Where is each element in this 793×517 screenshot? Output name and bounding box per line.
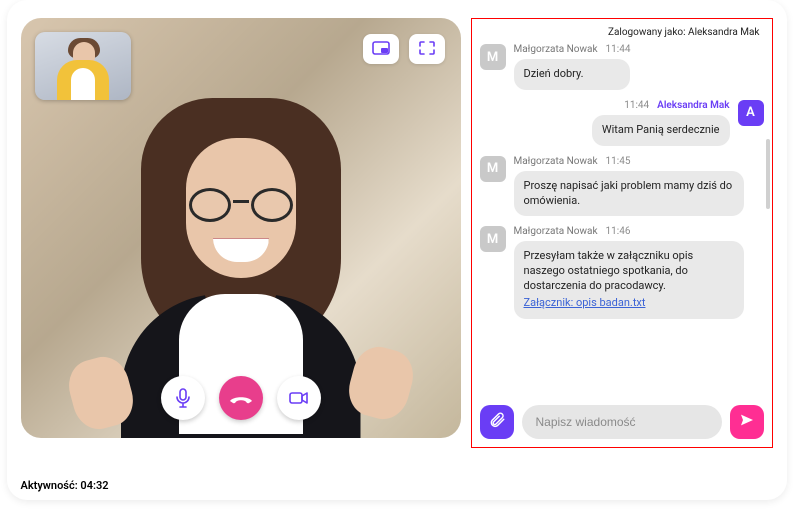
message-input[interactable] <box>522 405 722 439</box>
camera-button[interactable] <box>277 376 321 420</box>
message-row: M Małgorzata Nowak 11:45 Proszę napisać … <box>480 156 764 217</box>
message-meta: Małgorzata Nowak 11:45 <box>514 156 744 167</box>
message-row: M Małgorzata Nowak 11:44 Dzień dobry. <box>480 44 764 90</box>
message-bubble: Proszę napisać jaki problem mamy dziś do… <box>514 171 744 217</box>
fullscreen-button[interactable] <box>409 34 445 64</box>
message-bubble: Witam Panią serdecznie <box>592 115 730 146</box>
send-icon <box>739 412 755 432</box>
video-panel <box>21 18 461 438</box>
message-column: Małgorzata Nowak 11:44 Dzień dobry. <box>514 44 631 90</box>
message-text: Proszę napisać jaki problem mamy dziś do… <box>524 179 733 207</box>
message-row: A 11:44 Aleksandra Mak Witam Panią serde… <box>480 100 764 146</box>
message-column: Małgorzata Nowak 11:46 Przesyłam także w… <box>514 226 744 318</box>
sender-name: Małgorzata Nowak <box>514 226 598 237</box>
paperclip-icon <box>488 411 506 433</box>
message-bubble: Przesyłam także w załączniku opis naszeg… <box>514 241 744 318</box>
message-meta: Małgorzata Nowak 11:44 <box>514 44 631 55</box>
send-button[interactable] <box>730 405 764 439</box>
message-time: 11:45 <box>606 156 631 167</box>
logged-as-user: Aleksandra Mak <box>688 27 759 38</box>
call-controls <box>161 376 321 420</box>
message-column: 11:44 Aleksandra Mak Witam Panią serdecz… <box>592 100 730 146</box>
chat-panel: Zalogowany jako: Aleksandra Mak M Małgor… <box>471 18 773 448</box>
message-row: M Małgorzata Nowak 11:46 Przesyłam także… <box>480 226 764 318</box>
sender-name: Aleksandra Mak <box>657 100 729 111</box>
message-composer <box>480 397 764 439</box>
chat-scrollbar[interactable] <box>766 139 770 209</box>
avatar: M <box>480 156 506 182</box>
avatar: A <box>738 100 764 126</box>
message-bubble: Dzień dobry. <box>514 59 631 90</box>
message-text: Przesyłam także w załączniku opis naszeg… <box>524 249 694 292</box>
attach-button[interactable] <box>480 405 514 439</box>
logged-as-prefix: Zalogowany jako: <box>608 27 686 38</box>
message-text: Witam Panią serdecznie <box>602 123 720 136</box>
attachment-link[interactable]: Załącznik: opis badan.txt <box>524 296 734 311</box>
sender-name: Małgorzata Nowak <box>514 156 598 167</box>
message-meta: 11:44 Aleksandra Mak <box>624 100 729 111</box>
end-call-button[interactable] <box>219 376 263 420</box>
camera-icon <box>289 391 309 405</box>
message-column: Małgorzata Nowak 11:45 Proszę napisać ja… <box>514 156 744 217</box>
content-row: Zalogowany jako: Aleksandra Mak M Małgor… <box>7 0 787 500</box>
microphone-button[interactable] <box>161 376 205 420</box>
avatar: M <box>480 226 506 252</box>
self-view-thumbnail[interactable] <box>35 32 131 100</box>
sender-name: Małgorzata Nowak <box>514 44 598 55</box>
fullscreen-icon <box>419 40 435 59</box>
activity-label: Aktywność: 04:32 <box>21 479 109 492</box>
message-meta: Małgorzata Nowak 11:46 <box>514 226 744 237</box>
pip-button[interactable] <box>363 34 399 64</box>
logged-as-label: Zalogowany jako: Aleksandra Mak <box>480 25 764 44</box>
message-time: 11:46 <box>606 226 631 237</box>
video-top-controls <box>363 34 445 64</box>
messages-list: M Małgorzata Nowak 11:44 Dzień dobry. A <box>480 44 764 397</box>
app-window: Zalogowany jako: Aleksandra Mak M Małgor… <box>7 0 787 500</box>
microphone-icon <box>174 388 192 408</box>
message-text: Dzień dobry. <box>524 67 584 80</box>
pip-icon <box>372 40 390 59</box>
message-time: 11:44 <box>606 44 631 55</box>
message-time: 11:44 <box>624 100 649 111</box>
hangup-icon <box>228 392 254 404</box>
avatar: M <box>480 44 506 70</box>
